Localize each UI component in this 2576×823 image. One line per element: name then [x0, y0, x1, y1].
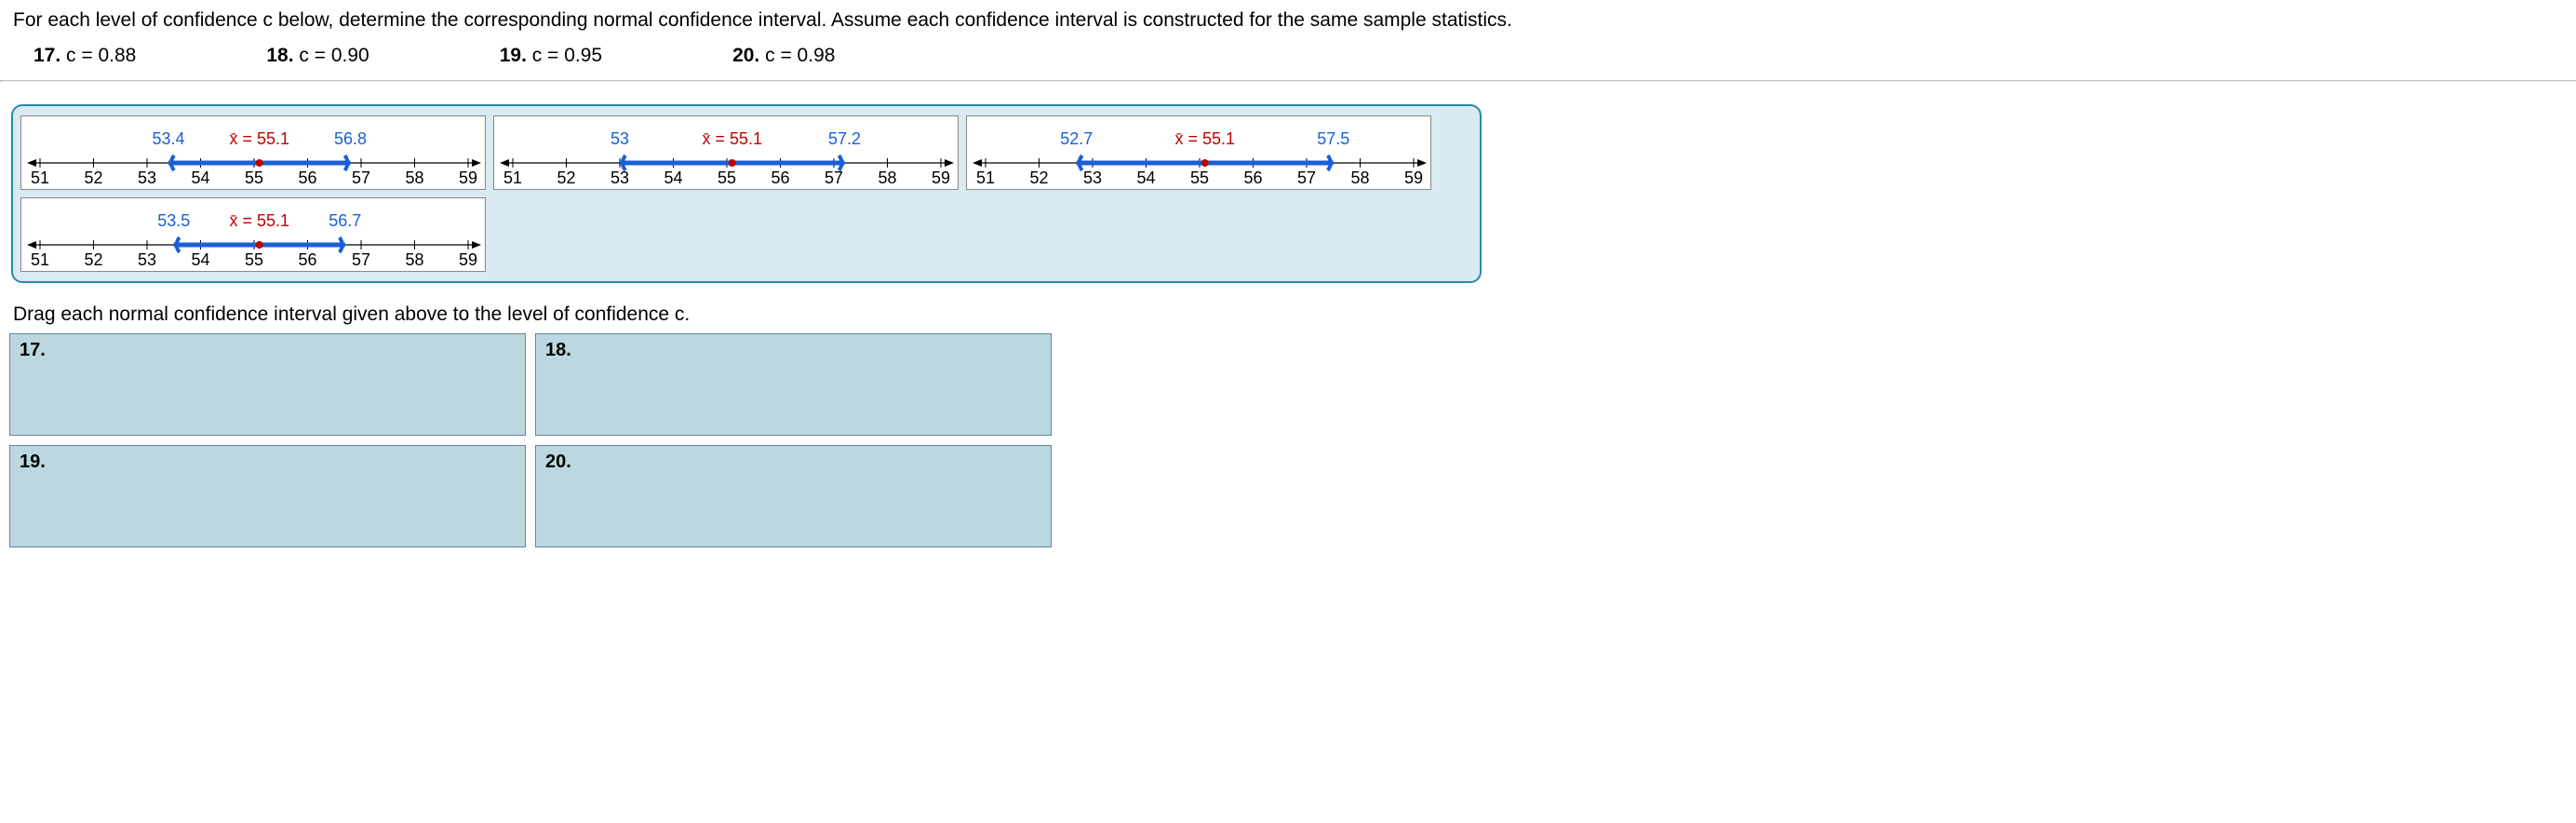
tick-label: 57: [352, 169, 370, 187]
tick-label: 51: [31, 250, 49, 269]
interval-center-label: x̄ = 55.1: [229, 129, 289, 148]
tick-label: 53: [610, 169, 629, 187]
tick-label: 51: [503, 169, 522, 187]
interval-center-label: x̄ = 55.1: [1174, 129, 1235, 148]
interval-left-label: 52.7: [1060, 129, 1093, 148]
interval-right-label: 56.7: [329, 211, 361, 230]
drop-zone-20[interactable]: 20.: [535, 445, 1052, 547]
tick-label: 58: [405, 250, 423, 269]
tick-label: 56: [771, 169, 789, 187]
tick-label: 54: [191, 250, 209, 269]
interval-left-label: 53: [610, 129, 629, 148]
tick-label: 59: [459, 250, 477, 269]
tick-label: 57: [352, 250, 370, 269]
tick-label: 55: [245, 250, 263, 269]
question-text: For each level of confidence c below, de…: [0, 0, 2576, 37]
tick-label: 52: [84, 250, 102, 269]
tick-label: 52: [84, 169, 102, 187]
tick-label: 55: [245, 169, 263, 187]
tick-label: 55: [718, 169, 736, 187]
source-panel: 51 52 53 54 55 56 57 58 59 53.4 56.8 x̄ = 55.1 51 52…: [11, 104, 1482, 283]
option-19: 19. c = 0.95: [500, 45, 602, 67]
instruction-text: Drag each normal confidence interval giv…: [0, 292, 2576, 333]
interval-center-label: x̄ = 55.1: [229, 211, 289, 230]
numberline-card-b[interactable]: 5152535455565758595357.2x̄ = 55.1: [493, 115, 959, 190]
interval-left-label: 53.5: [157, 211, 190, 230]
drop-zone-18[interactable]: 18.: [535, 333, 1052, 436]
interval-center-label: x̄ = 55.1: [702, 129, 762, 148]
option-17: 17. c = 0.88: [34, 45, 136, 67]
options-row: 17. c = 0.88 18. c = 0.90 19. c = 0.95 2…: [0, 37, 2576, 80]
numberline-card-c[interactable]: 51 52 53 54 55 56 57 58 59 52.7 57.5 x̄ = 55.1: [966, 115, 1431, 190]
tick-label: 52: [1029, 169, 1048, 187]
numberline-card-d[interactable]: 51 52 53 54 55 56 57 58 59 53.5 56.7 x̄ = 55.1: [20, 197, 486, 272]
tick-label: 53: [1083, 169, 1102, 187]
tick-label: 56: [298, 169, 316, 187]
tick-label: 56: [1243, 169, 1262, 187]
option-18: 18. c = 0.90: [266, 45, 369, 67]
tick-label: 51: [976, 169, 995, 187]
tick-label: 54: [191, 169, 209, 187]
tick-label: 52: [557, 169, 575, 187]
interval-right-label: 57.5: [1317, 129, 1349, 148]
tick-label: 51: [31, 169, 49, 187]
tick-label: 53: [138, 169, 156, 187]
tick-label: 58: [405, 169, 423, 187]
tick-label: 59: [459, 169, 477, 187]
tick-label: 55: [1190, 169, 1209, 187]
interval-left-label: 53.4: [152, 129, 184, 148]
interval-right-label: 56.8: [334, 129, 367, 148]
tick-label: 54: [664, 169, 682, 187]
numberline-svg: 5152535455565758595357.2x̄ = 55.1: [494, 116, 959, 191]
drop-zone-17[interactable]: 17.: [9, 333, 526, 436]
tick-label: 59: [1404, 169, 1423, 187]
interval-right-label: 57.2: [828, 129, 861, 148]
tick-label: 54: [1136, 169, 1155, 187]
option-20: 20. c = 0.98: [732, 45, 835, 67]
tick-label: 56: [298, 250, 316, 269]
tick-label: 53: [138, 250, 156, 269]
drop-targets: 17. 18. 19. 20.: [0, 333, 2576, 547]
numberline-card-a[interactable]: 51 52 53 54 55 56 57 58 59 53.4 56.8 x̄ = 55.1: [20, 115, 486, 190]
tick-label: 59: [932, 169, 950, 187]
tick-label: 58: [1350, 169, 1369, 187]
tick-label: 58: [878, 169, 896, 187]
divider: [0, 80, 2576, 82]
numberline-svg: 51 52 53 54 55 56 57 58 59 53.5 56.7 x̄ = 55.1: [21, 198, 487, 273]
numberline-svg: 51 52 53 54 55 56 57 58 59 53.4 56.8 x̄ = 55.1: [21, 116, 487, 191]
numberline-svg: 51 52 53 54 55 56 57 58 59 52.7 57.5 x̄ = 55.1: [967, 116, 1432, 191]
drop-zone-19[interactable]: 19.: [9, 445, 526, 547]
tick-label: 57: [1297, 169, 1316, 187]
